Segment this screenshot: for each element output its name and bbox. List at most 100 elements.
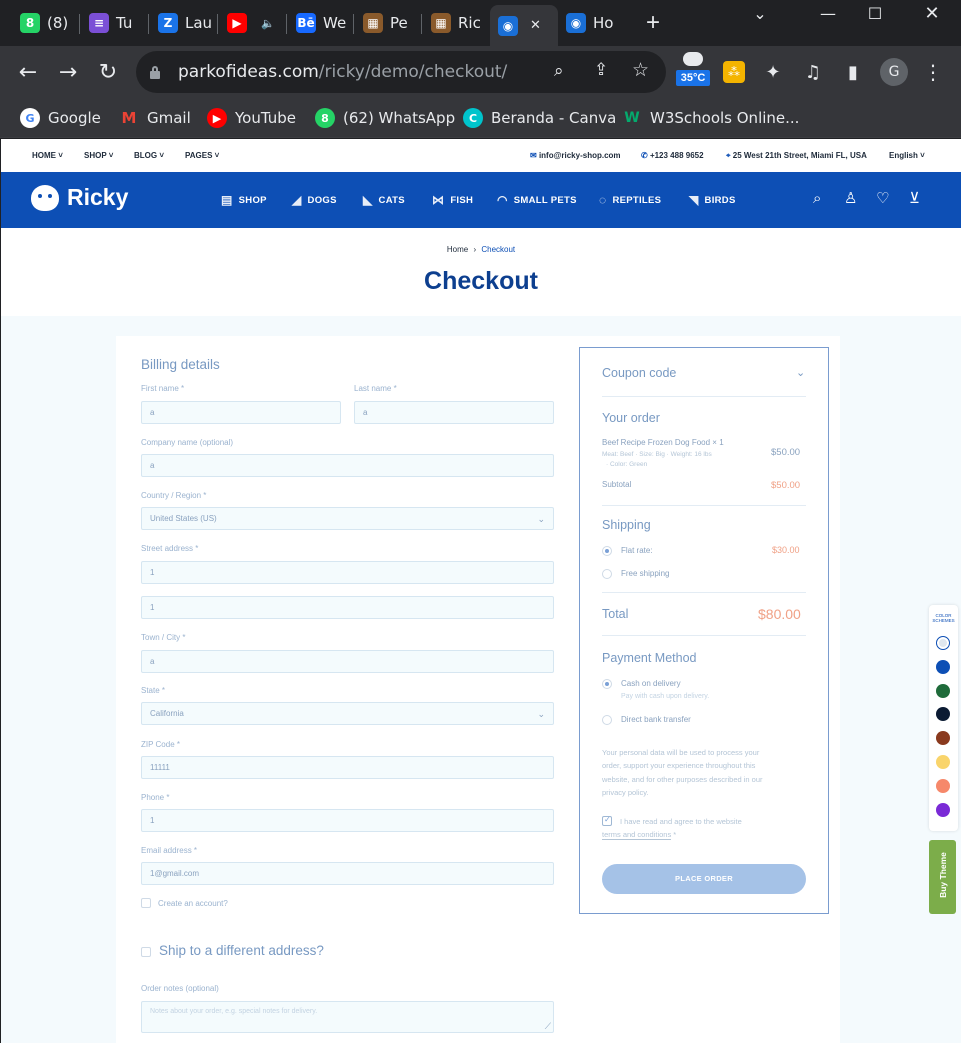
terms-link[interactable]: terms and conditions <box>602 830 672 840</box>
browser-tab[interactable]: Bē We <box>288 6 352 40</box>
email-link[interactable]: ✉ info@ricky-shop.com <box>530 151 621 160</box>
w3schools-icon: W <box>624 110 640 126</box>
extensions-puzzle-icon[interactable]: ✦ <box>757 56 789 88</box>
search-icon[interactable]: ⌕ <box>813 189 821 207</box>
close-window-icon[interactable]: ✕ <box>912 0 952 26</box>
zip-input[interactable]: 11111 <box>141 756 554 779</box>
share-icon[interactable]: ⇪ <box>594 60 608 80</box>
browser-tab[interactable]: ▶ 🔈 <box>219 6 285 40</box>
nav-birds[interactable]: ◥ BIRDS <box>689 193 736 207</box>
bookmark-label: Google <box>48 109 101 127</box>
country-select[interactable]: United States (US) ⌄ <box>141 507 554 530</box>
flat-rate-radio[interactable] <box>602 546 612 556</box>
browser-tab[interactable]: 8 (8) <box>12 6 78 40</box>
minimize-icon[interactable]: — <box>808 0 848 26</box>
phone-link[interactable]: ✆ +123 488 9652 <box>641 151 704 160</box>
tab-search-icon[interactable]: ⌄ <box>740 0 780 26</box>
free-shipping-radio[interactable] <box>602 569 612 579</box>
state-select[interactable]: California ⌄ <box>141 702 554 725</box>
brand-logo[interactable]: Ricky <box>31 184 128 211</box>
address-bar[interactable]: parkofideas.com/ricky/demo/checkout/ ⌕ ⇪… <box>136 51 666 93</box>
buy-theme-button[interactable]: Buy Theme <box>929 840 956 914</box>
bookmark-star-icon[interactable]: ☆ <box>632 59 649 81</box>
whatsapp-icon: 8 <box>315 108 335 128</box>
color-swatch[interactable] <box>936 755 950 769</box>
nav-reptiles[interactable]: ◌ REPTILES <box>599 193 661 207</box>
speaker-icon[interactable]: 🔈 <box>261 17 275 30</box>
company-input[interactable]: a <box>141 454 554 477</box>
last-name-input[interactable]: a <box>354 401 554 424</box>
zoom-icon[interactable]: ⌕ <box>554 61 564 81</box>
canva-icon: C <box>463 108 483 128</box>
breadcrumb-home[interactable]: Home <box>447 245 468 254</box>
browser-tab[interactable]: ◉ Ho <box>558 6 628 40</box>
chevron-down-icon[interactable]: ⌄ <box>796 366 805 379</box>
reload-icon[interactable]: ↻ <box>92 56 124 88</box>
forward-icon[interactable]: → <box>52 56 84 88</box>
coupon-toggle[interactable]: Coupon code <box>602 366 676 380</box>
language-select[interactable]: English ˅ <box>889 151 925 160</box>
nav-shop[interactable]: ▤ SHOP <box>221 193 267 207</box>
privacy-policy-link[interactable]: privacy policy. <box>602 786 763 799</box>
bookmark-item[interactable]: G Google <box>20 105 101 131</box>
create-account-checkbox[interactable] <box>141 898 151 908</box>
bookmark-item[interactable]: C Beranda - Canva <box>463 105 616 131</box>
color-swatch[interactable] <box>936 683 950 698</box>
color-swatch[interactable] <box>936 778 950 793</box>
bookmark-item[interactable]: W W3Schools Online... <box>622 105 799 131</box>
top-menu-pages[interactable]: PAGES ˅ <box>185 151 219 160</box>
browser-tab[interactable]: ▦ Ric <box>423 6 487 40</box>
order-notes-textarea[interactable]: Notes about your order, e.g. special not… <box>141 1001 554 1033</box>
store-icon: ▤ <box>221 193 233 207</box>
bookmark-item[interactable]: 8 (62) WhatsApp <box>315 105 455 131</box>
nav-fish[interactable]: ⋈ FISH <box>432 193 473 207</box>
extension-icon[interactable]: ⁂ <box>723 61 745 83</box>
browser-tab[interactable]: ▦ Pe <box>355 6 420 40</box>
color-swatch[interactable] <box>936 802 950 817</box>
browser-tab[interactable]: Z Lau <box>150 6 216 40</box>
weather-widget[interactable]: 35°C <box>676 52 710 90</box>
terms-checkbox[interactable]: ✓ <box>602 815 612 826</box>
cod-radio[interactable] <box>602 679 612 689</box>
top-menu-home[interactable]: HOME ˅ <box>32 151 63 160</box>
tab-separator <box>353 14 354 34</box>
maximize-icon[interactable]: ☐ <box>855 0 895 26</box>
browser-tab[interactable]: ◉ ✕ <box>490 5 558 46</box>
bank-transfer-radio[interactable] <box>602 715 612 725</box>
side-panel-icon[interactable]: ▮ <box>837 56 869 88</box>
email-input[interactable]: 1@gmail.com <box>141 862 554 885</box>
color-swatch[interactable] <box>936 659 950 674</box>
account-icon[interactable]: ♙ <box>844 189 857 207</box>
nav-cats[interactable]: ◣ CATS <box>363 193 405 207</box>
bookmark-item[interactable]: ▶ YouTube <box>207 105 296 131</box>
more-menu-icon[interactable]: ⋮ <box>917 56 949 88</box>
cart-icon[interactable]: ⊻ <box>909 189 920 207</box>
chevron-down-icon: ⌄ <box>537 514 545 524</box>
resize-handle-icon[interactable]: ⟋ <box>545 1021 551 1032</box>
back-icon[interactable]: ← <box>12 56 44 88</box>
profile-avatar[interactable]: G <box>880 58 908 86</box>
url-host: parkofideas.com <box>178 62 319 82</box>
new-tab-button[interactable]: + <box>641 8 665 38</box>
media-queue-icon[interactable]: ♫ <box>797 56 829 88</box>
first-name-input[interactable]: a <box>141 401 341 424</box>
city-input[interactable]: a <box>141 650 554 673</box>
place-order-button[interactable]: PLACE ORDER <box>602 864 806 894</box>
top-menu-shop[interactable]: SHOP ˅ <box>84 151 113 160</box>
color-swatch[interactable] <box>936 707 950 722</box>
ship-different-checkbox[interactable] <box>141 947 151 957</box>
street2-input[interactable]: 1 <box>141 596 554 619</box>
ship-different-heading[interactable]: Ship to a different address? <box>159 943 324 958</box>
wishlist-heart-icon[interactable]: ♡ <box>876 189 889 207</box>
top-menu-blog[interactable]: BLOG ˅ <box>134 151 164 160</box>
tab-title: (8) <box>47 14 69 32</box>
browser-tab[interactable]: ≡ Tu <box>81 6 147 40</box>
bookmark-item[interactable]: M Gmail <box>119 105 191 131</box>
phone-input[interactable]: 1 <box>141 809 554 832</box>
street-input[interactable]: 1 <box>141 561 554 584</box>
color-swatch[interactable] <box>936 636 950 650</box>
color-swatch[interactable] <box>936 731 950 746</box>
nav-dogs[interactable]: ◢ DOGS <box>292 193 337 207</box>
close-tab-icon[interactable]: ✕ <box>530 18 541 33</box>
nav-small-pets[interactable]: ◠ SMALL PETS <box>497 193 577 207</box>
